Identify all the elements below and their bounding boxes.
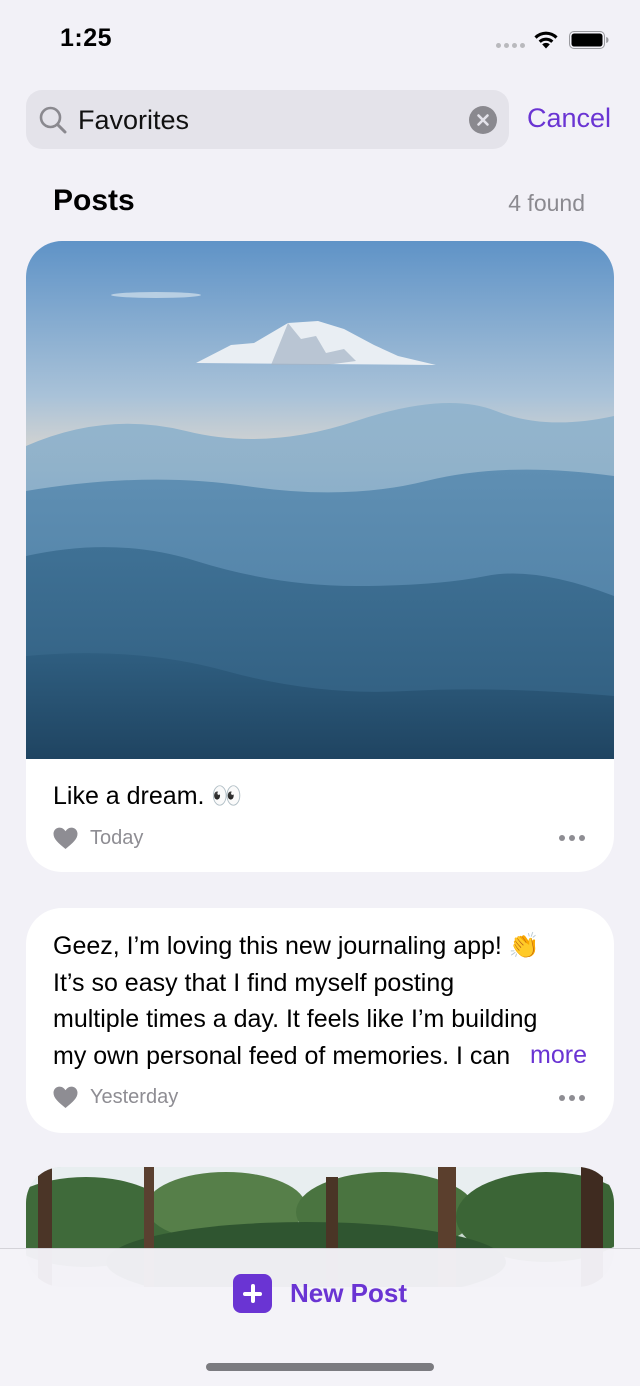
- more-dots-icon[interactable]: [559, 1095, 585, 1101]
- section-title: Posts: [53, 184, 135, 217]
- wifi-icon: [534, 31, 558, 49]
- search-input[interactable]: Favorites: [78, 104, 189, 136]
- new-post-button[interactable]: New Post: [233, 1274, 407, 1313]
- home-indicator: [206, 1363, 434, 1371]
- post-card[interactable]: Geez, I’m loving this new journaling app…: [26, 908, 614, 1133]
- post-meta: Today: [53, 827, 143, 850]
- post-body-line: my own personal feed of memories. I can: [53, 1041, 511, 1070]
- post-photo-mountain[interactable]: [26, 241, 614, 759]
- heart-icon[interactable]: [53, 1086, 78, 1109]
- post-date: Today: [90, 827, 144, 849]
- cellular-signal-icon: [496, 43, 525, 48]
- post-date: Yesterday: [90, 1086, 179, 1108]
- post-body-line: multiple times a day. It feels like I’m …: [53, 1005, 538, 1033]
- post-body-line: It’s so easy that I find myself posting: [53, 968, 455, 997]
- heart-icon[interactable]: [53, 827, 78, 850]
- new-post-label: New Post: [290, 1278, 408, 1308]
- status-time: 1:25: [60, 24, 113, 52]
- post-meta: Yesterday: [53, 1086, 178, 1109]
- post-card[interactable]: Like a dream. 👀 Today: [26, 241, 614, 872]
- post-body: Geez, I’m loving this new journaling app…: [53, 928, 587, 1074]
- post-body-line: Geez, I’m loving this new journaling app…: [53, 932, 540, 960]
- battery-icon: [569, 31, 609, 49]
- bottom-toolbar: New Post: [0, 1248, 640, 1386]
- post-caption: Like a dream. 👀: [53, 782, 243, 810]
- clear-icon[interactable]: [469, 106, 497, 134]
- status-bar: 1:25: [0, 0, 640, 80]
- search-icon: [39, 106, 67, 134]
- more-dots-icon[interactable]: [559, 835, 585, 841]
- read-more-link[interactable]: more: [508, 1037, 587, 1073]
- plus-icon: [233, 1274, 272, 1313]
- results-count: 4 found: [508, 190, 585, 216]
- search-field[interactable]: Favorites: [26, 90, 509, 149]
- cancel-button[interactable]: Cancel: [527, 100, 611, 136]
